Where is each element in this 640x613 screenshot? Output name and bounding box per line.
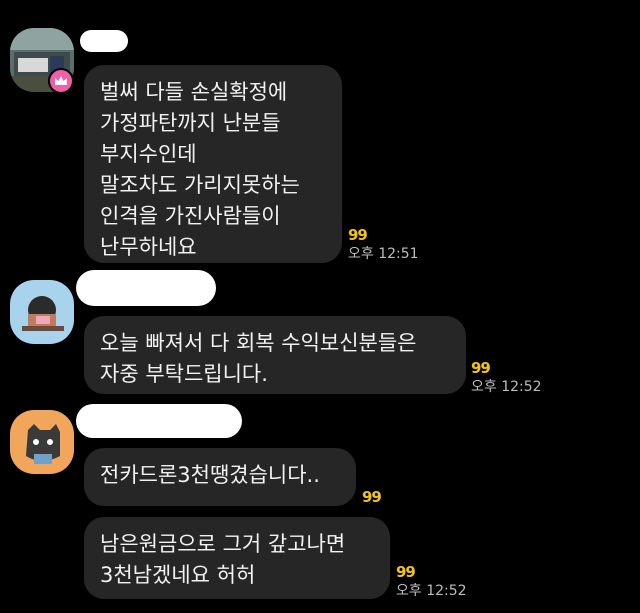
message-time: 오후 12:51 bbox=[348, 246, 419, 262]
redacted-nickname bbox=[80, 30, 128, 52]
unread-indicator: 99 bbox=[396, 563, 416, 581]
message-time: 오후 12:52 bbox=[396, 583, 467, 599]
unread-indicator: 99 bbox=[362, 488, 382, 506]
message-time: 오후 12:52 bbox=[471, 379, 542, 395]
redacted-nickname bbox=[76, 270, 216, 306]
unread-indicator: 99 bbox=[471, 359, 491, 377]
message-bubble[interactable]: 벌써 다들 손실확정에 가정파탄까지 난분들 부지수인데 말조차도 가리지못하는… bbox=[84, 65, 342, 263]
redacted-nickname bbox=[76, 404, 242, 438]
message-bubble[interactable]: 전카드론3천땡겼습니다.. bbox=[84, 448, 356, 506]
message-bubble[interactable]: 오늘 빠져서 다 회복 수익보신분들은 자중 부탁드립니다. bbox=[84, 316, 466, 394]
avatar-user-2[interactable] bbox=[10, 280, 74, 344]
message-bubble[interactable]: 남은원금으로 그거 갚고나면 3천남겠네요 허허 bbox=[84, 517, 390, 599]
avatar-user-3[interactable] bbox=[10, 410, 74, 474]
crown-badge-icon bbox=[48, 68, 74, 94]
unread-indicator: 99 bbox=[348, 226, 368, 244]
